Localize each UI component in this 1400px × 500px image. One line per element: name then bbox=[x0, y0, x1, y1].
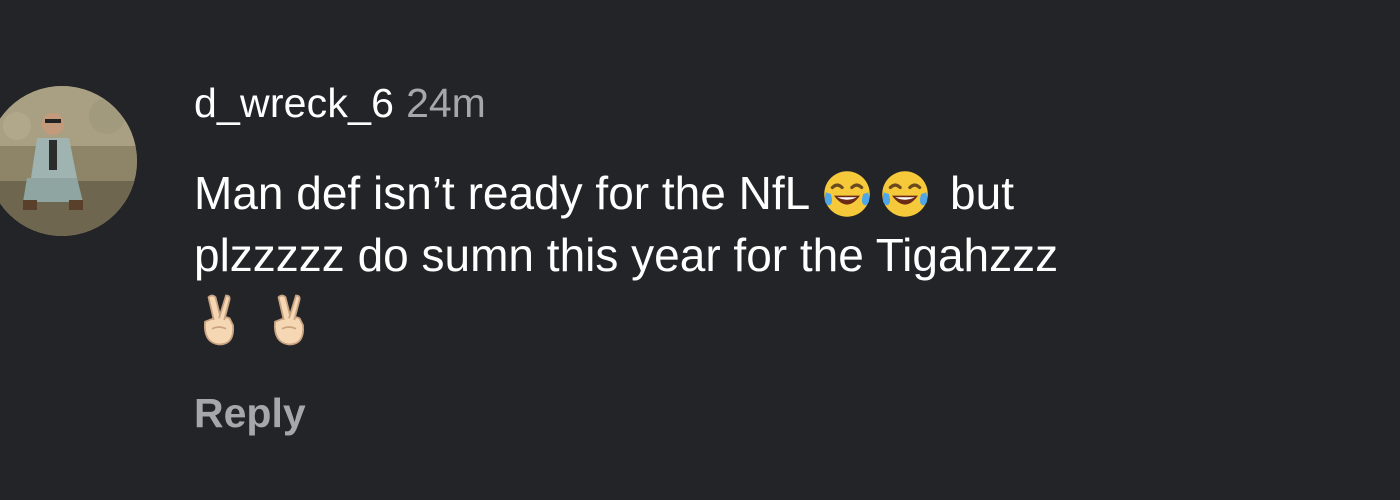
crossed-fingers-icon bbox=[194, 290, 264, 352]
comment: d_wreck_6 24m Man def isn’t ready for th… bbox=[0, 0, 1400, 500]
username[interactable]: d_wreck_6 bbox=[194, 80, 394, 127]
comment-line-2: plzzzzz do sumn this year for the Tigahz… bbox=[194, 229, 1059, 281]
face-with-tears-of-joy-icon bbox=[821, 162, 879, 224]
comment-line-1: Man def isn’t ready for the NfL but bbox=[194, 162, 1374, 224]
avatar[interactable] bbox=[0, 86, 137, 236]
comment-text-part: but bbox=[937, 167, 1015, 219]
comment-text-part: Man def isn’t ready for the NfL bbox=[194, 167, 822, 219]
reply-button[interactable]: Reply bbox=[194, 390, 306, 437]
timestamp: 24m bbox=[406, 80, 486, 126]
comment-header: d_wreck_6 24m bbox=[194, 80, 486, 136]
avatar-photo bbox=[0, 86, 137, 236]
comment-line-3 bbox=[194, 290, 1374, 356]
comment-text: Man def isn’t ready for the NfL but plzz… bbox=[194, 162, 1374, 356]
face-with-tears-of-joy-icon bbox=[879, 162, 937, 224]
crossed-fingers-icon bbox=[264, 290, 334, 352]
